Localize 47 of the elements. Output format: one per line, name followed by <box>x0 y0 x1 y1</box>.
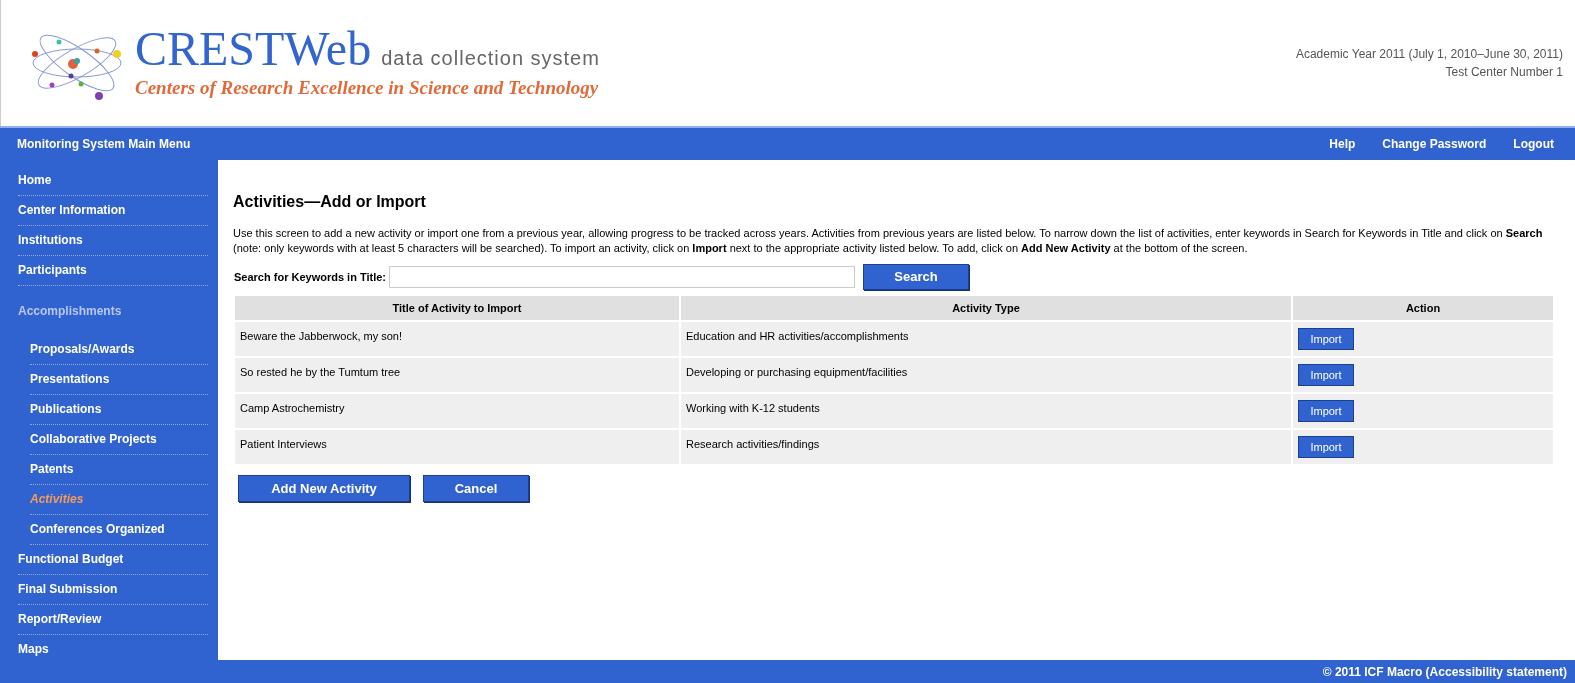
logo-tagline: Centers of Research Excellence in Science and Technology <box>135 75 600 100</box>
search-label: Search for Keywords in Title: <box>234 269 386 285</box>
copyright-text: © 2011 ICF Macro (Accessibility statement) <box>1322 663 1567 681</box>
instructions-paragraph: Use this screen to add a new activity or import one from a previous year, allowing progress to be tracked across years. Activities from previous years are listed below. To narrow down the list of activities, enter keywords in Search for Keywords in Title and click on Search (note: only keywords with at least 5 characters will be searched). To import an activity, click on Import next to the appropriate activity listed below. To add, click on Add New Activity at the bottom of the screen. <box>233 226 1544 256</box>
page-title: Activities—Add or Import <box>233 192 427 212</box>
center-name-text: Test Center Number 1 <box>1445 64 1563 81</box>
logo-subtitle: data collection system <box>381 45 600 71</box>
sidebar-item[interactable]: Collaborative Projects <box>30 425 208 454</box>
sidebar-item[interactable]: Final Submission <box>18 575 208 604</box>
form-button[interactable]: Cancel <box>423 475 529 502</box>
menu-title: Monitoring System Main Menu <box>17 136 191 153</box>
table-cell: Patient Interviews <box>235 430 679 464</box>
sidebar-item[interactable]: Publications <box>30 395 208 424</box>
table-cell: Developing or purchasing equipment/facilities <box>681 358 1291 392</box>
column-header: Title of Activity to Import <box>235 296 679 320</box>
sidebar-item[interactable]: Patents <box>30 455 208 484</box>
table-cell: Education and HR activities/accomplishments <box>681 322 1291 356</box>
sidebar-heading: Accomplishments <box>18 303 123 320</box>
academic-year-text: Academic Year 2011 (July 1, 2010–June 30, 2011) <box>1295 46 1563 63</box>
sidebar-item[interactable]: Home <box>18 166 208 195</box>
table-cell: Beware the Jabberwock, my son! <box>235 322 679 356</box>
sidebar-item[interactable]: Maps <box>18 635 208 664</box>
nav-link[interactable]: Help <box>1329 135 1356 153</box>
nav-link[interactable]: Logout <box>1513 135 1554 153</box>
sidebar-item[interactable]: Proposals/Awards <box>30 335 208 364</box>
import-button[interactable]: Import <box>1298 328 1354 350</box>
nav-link[interactable]: Change Password <box>1382 135 1487 153</box>
sidebar-item[interactable]: Conferences Organized <box>30 515 208 544</box>
table-cell: Working with K-12 students <box>681 394 1291 428</box>
sidebar-item[interactable]: Center Information <box>18 196 208 225</box>
table-cell: Camp Astrochemistry <box>235 394 679 428</box>
table-cell: Research activities/findings <box>681 430 1291 464</box>
search-button[interactable]: Search <box>863 264 969 290</box>
sidebar-item[interactable]: Presentations <box>30 365 208 394</box>
import-button[interactable]: Import <box>1298 364 1354 386</box>
logo-title: CRESTWeb <box>135 23 372 74</box>
import-button[interactable]: Import <box>1298 400 1354 422</box>
column-header: Action <box>1293 296 1553 320</box>
sidebar-item[interactable]: Report/Review <box>18 605 208 634</box>
sidebar-item[interactable]: Participants <box>18 256 208 285</box>
form-button[interactable]: Add New Activity <box>238 475 410 502</box>
search-field[interactable] <box>389 266 855 288</box>
table-cell: So rested he by the Tumtum tree <box>235 358 679 392</box>
import-button[interactable]: Import <box>1298 436 1354 458</box>
sidebar-item[interactable]: Functional Budget <box>18 545 208 574</box>
column-header: Activity Type <box>681 296 1291 320</box>
sidebar-item[interactable]: Institutions <box>18 226 208 255</box>
